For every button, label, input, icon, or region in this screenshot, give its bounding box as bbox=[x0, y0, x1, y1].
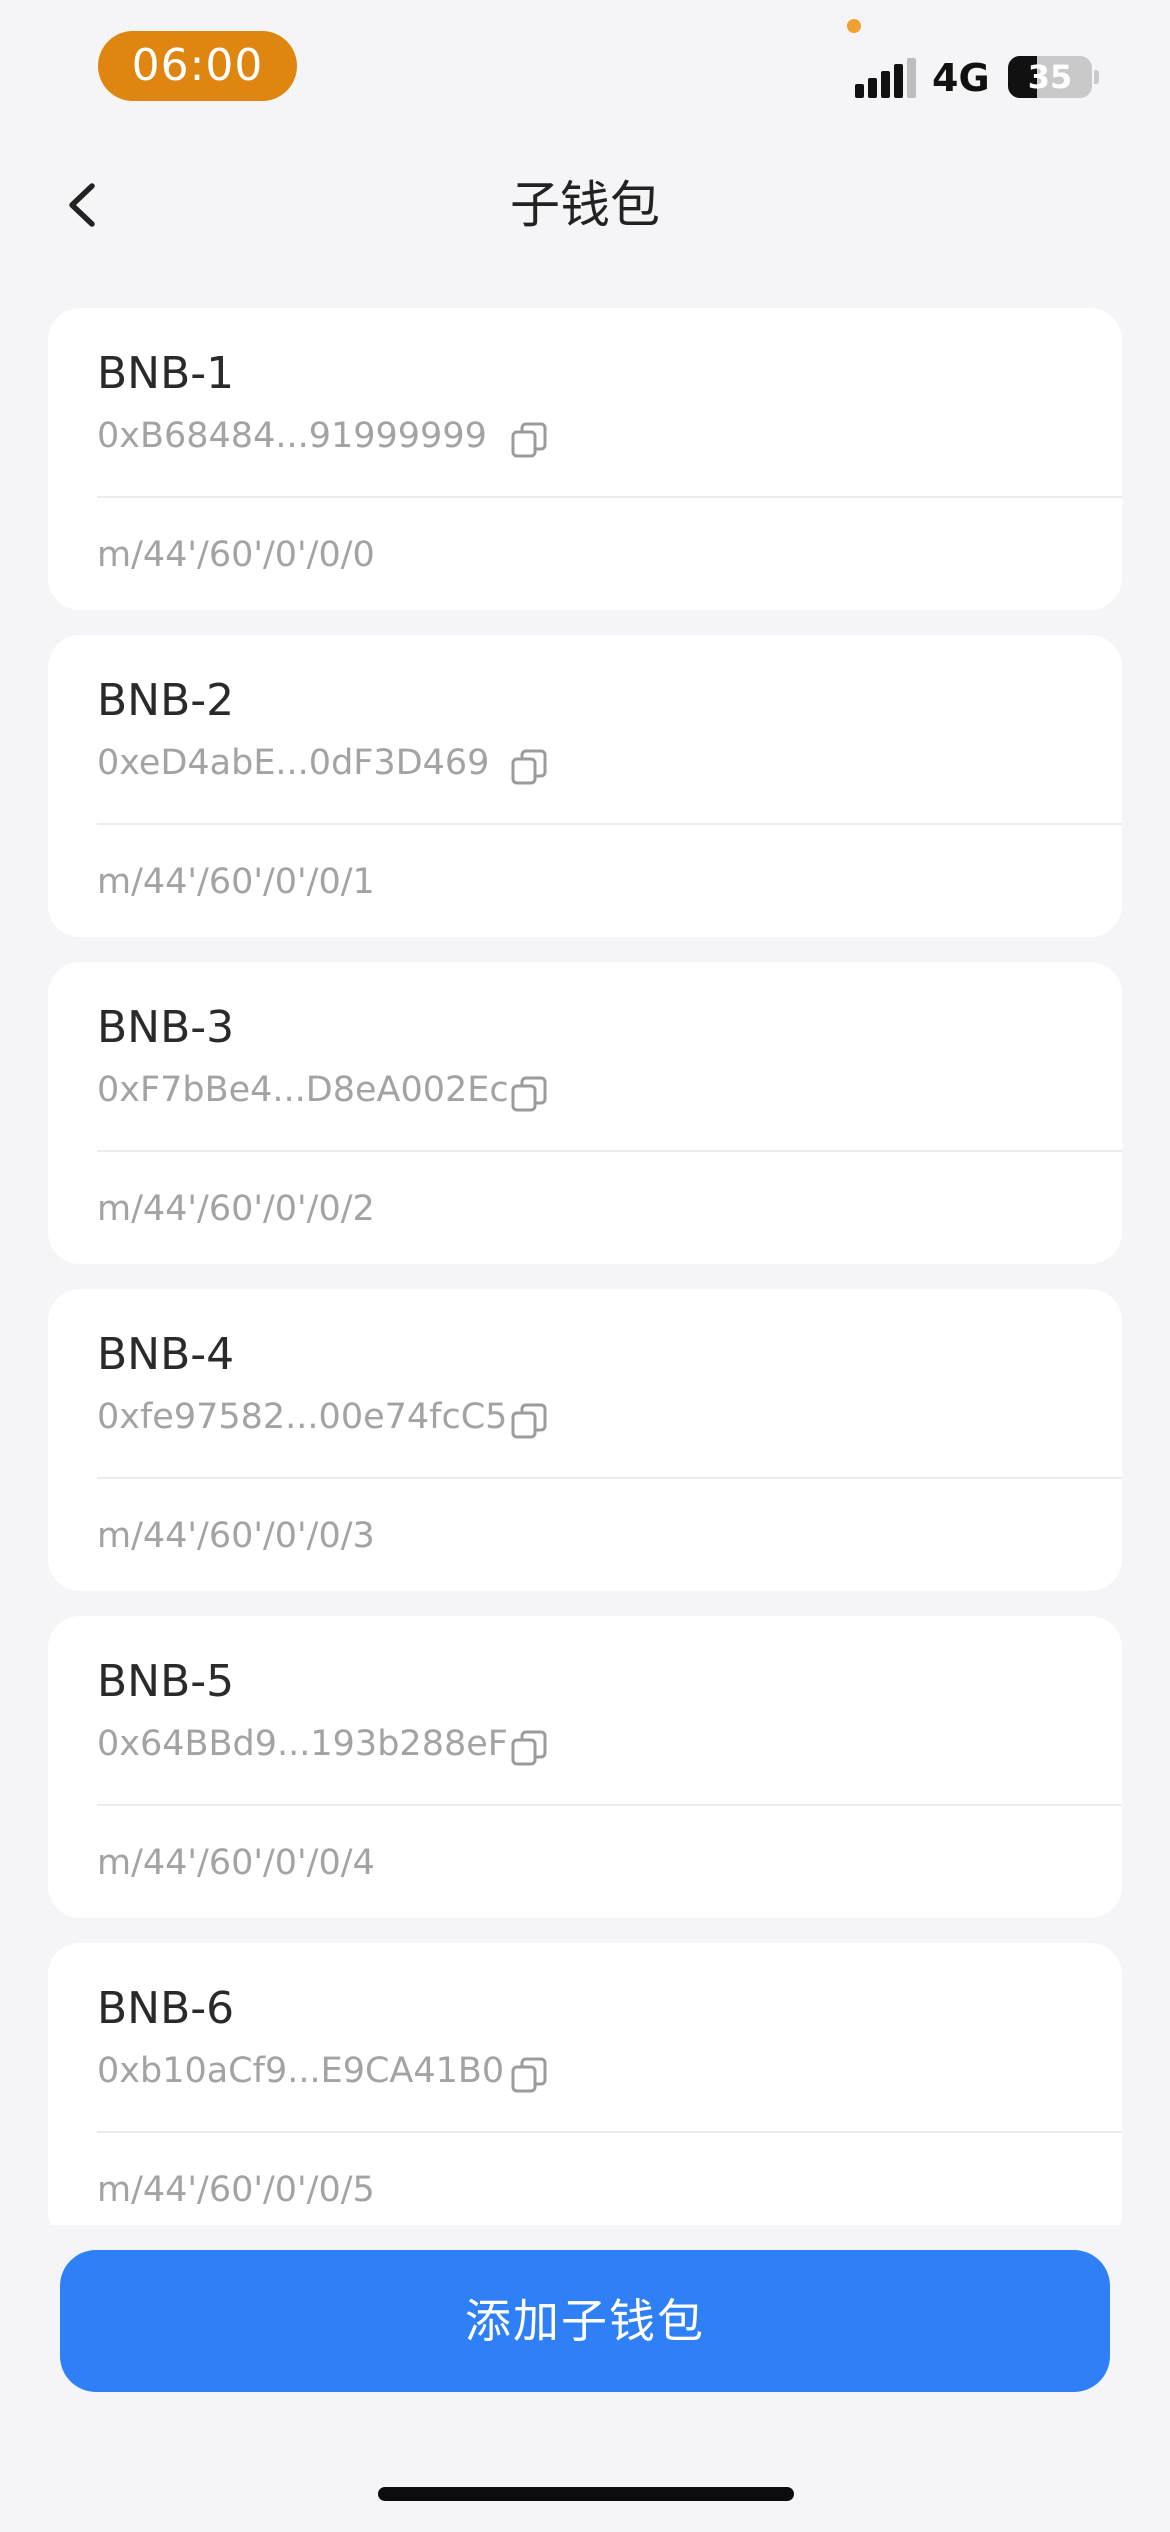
copy-icon[interactable] bbox=[510, 2056, 548, 2094]
page-title: 子钱包 bbox=[510, 176, 660, 234]
card-divider bbox=[97, 823, 1122, 825]
wallet-card[interactable]: BNB-6 0xb10aCf9...E9CA41B0 m/44'/60'/0'/… bbox=[48, 1943, 1122, 2225]
card-divider bbox=[97, 1804, 1122, 1806]
wallet-name: BNB-2 bbox=[97, 675, 235, 726]
copy-icon[interactable] bbox=[510, 1402, 548, 1440]
wallet-address-row: 0xfe97582...00e74fcC5 bbox=[97, 1392, 507, 1442]
wallet-address: 0xB68484...91999999 bbox=[97, 416, 487, 456]
wallet-card[interactable]: BNB-3 0xF7bBe4...D8eA002Ec m/44'/60'/0'/… bbox=[48, 962, 1122, 1264]
wallet-address-row: 0xB68484...91999999 bbox=[97, 411, 487, 461]
wallet-address-row: 0xeD4abE...0dF3D469 bbox=[97, 738, 489, 788]
battery-level: 35 bbox=[1027, 58, 1073, 96]
wallet-address-row: 0x64BBd9...193b288eF bbox=[97, 1719, 508, 1769]
status-bar: 06:00 4G 35 bbox=[0, 0, 1170, 130]
wallet-name: BNB-6 bbox=[97, 1983, 235, 2034]
wallet-address: 0xfe97582...00e74fcC5 bbox=[97, 1397, 508, 1437]
wallet-card[interactable]: BNB-5 0x64BBd9...193b288eF m/44'/60'/0'/… bbox=[48, 1616, 1122, 1918]
wallet-address: 0xF7bBe4...D8eA002Ec bbox=[97, 1070, 509, 1110]
sub-wallet-list[interactable]: BNB-1 0xB68484...91999999 m/44'/60'/0'/0… bbox=[48, 308, 1122, 2225]
wallet-card[interactable]: BNB-1 0xB68484...91999999 m/44'/60'/0'/0… bbox=[48, 308, 1122, 610]
wallet-name: BNB-4 bbox=[97, 1329, 235, 1380]
cellular-signal-icon bbox=[855, 56, 916, 98]
wallet-name: BNB-1 bbox=[97, 348, 235, 399]
card-divider bbox=[97, 496, 1122, 498]
card-divider bbox=[97, 1477, 1122, 1479]
card-divider bbox=[97, 1150, 1122, 1152]
copy-icon[interactable] bbox=[510, 1729, 548, 1767]
network-type: 4G bbox=[932, 56, 990, 100]
copy-icon[interactable] bbox=[510, 421, 548, 459]
derivation-path: m/44'/60'/0'/0/5 bbox=[97, 2170, 375, 2210]
wallet-address-row: 0xb10aCf9...E9CA41B0 bbox=[97, 2046, 504, 2096]
status-time: 06:00 bbox=[98, 31, 297, 101]
copy-icon[interactable] bbox=[510, 748, 548, 786]
add-sub-wallet-button[interactable]: 添加子钱包 bbox=[60, 2250, 1110, 2392]
derivation-path: m/44'/60'/0'/0/3 bbox=[97, 1516, 375, 1556]
derivation-path: m/44'/60'/0'/0/0 bbox=[97, 535, 375, 575]
card-divider bbox=[97, 2131, 1122, 2133]
home-indicator bbox=[378, 2487, 794, 2501]
battery-icon: 35 bbox=[1008, 56, 1092, 98]
wallet-card[interactable]: BNB-4 0xfe97582...00e74fcC5 m/44'/60'/0'… bbox=[48, 1289, 1122, 1591]
wallet-name: BNB-3 bbox=[97, 1002, 235, 1053]
wallet-name: BNB-5 bbox=[97, 1656, 235, 1707]
battery-cap bbox=[1094, 70, 1099, 84]
derivation-path: m/44'/60'/0'/0/1 bbox=[97, 862, 375, 902]
derivation-path: m/44'/60'/0'/0/4 bbox=[97, 1843, 375, 1883]
copy-icon[interactable] bbox=[510, 1075, 548, 1113]
privacy-indicator-dot bbox=[847, 19, 861, 33]
wallet-address: 0xeD4abE...0dF3D469 bbox=[97, 743, 490, 783]
derivation-path: m/44'/60'/0'/0/2 bbox=[97, 1189, 375, 1229]
wallet-address: 0xb10aCf9...E9CA41B0 bbox=[97, 2051, 505, 2091]
wallet-card[interactable]: BNB-2 0xeD4abE...0dF3D469 m/44'/60'/0'/0… bbox=[48, 635, 1122, 937]
wallet-address: 0x64BBd9...193b288eF bbox=[97, 1724, 508, 1764]
wallet-address-row: 0xF7bBe4...D8eA002Ec bbox=[97, 1065, 509, 1115]
